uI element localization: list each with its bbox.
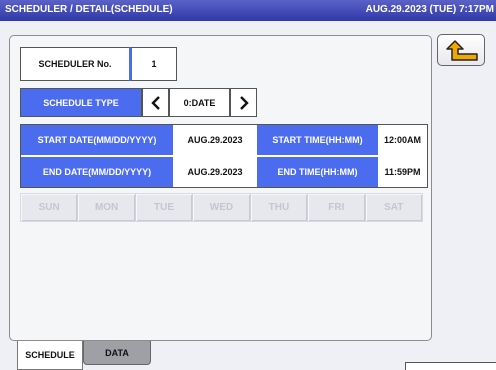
back-button[interactable] bbox=[437, 34, 485, 66]
schedule-type-prev-button[interactable] bbox=[142, 88, 169, 117]
weekday-sat-button[interactable]: SAT bbox=[365, 194, 422, 221]
chevron-left-icon bbox=[150, 95, 160, 110]
weekday-fri-button[interactable]: FRI bbox=[308, 194, 365, 221]
schedule-type-next-button[interactable] bbox=[230, 88, 257, 117]
weekday-tue-button[interactable]: TUE bbox=[135, 194, 193, 221]
tab-data[interactable]: DATA bbox=[83, 341, 151, 365]
schedule-type-value: 0:DATE bbox=[169, 88, 230, 117]
scheduler-no-label: SCHEDULER No. bbox=[20, 47, 130, 81]
end-time-label: END TIME(HH:MM) bbox=[257, 157, 378, 187]
title-bar: SCHEDULER / DETAIL(SCHEDULE) AUG.29.2023… bbox=[0, 0, 496, 21]
weekday-mon-button[interactable]: MON bbox=[78, 194, 135, 221]
status-area bbox=[405, 362, 496, 370]
start-date-field[interactable]: AUG.29.2023 bbox=[173, 125, 257, 155]
weekday-thu-button[interactable]: THU bbox=[250, 194, 308, 221]
datetime-display: AUG.29.2023 (TUE) 7:17PM bbox=[365, 4, 494, 15]
chevron-right-icon bbox=[239, 95, 249, 110]
end-date-field[interactable]: AUG.29.2023 bbox=[173, 157, 257, 187]
end-date-label: END DATE(MM/DD/YYYY) bbox=[21, 157, 173, 187]
page-title: SCHEDULER / DETAIL(SCHEDULE) bbox=[5, 4, 173, 15]
weekday-sun-button[interactable]: SUN bbox=[21, 194, 78, 221]
weekday-selector: SUN MON TUE WED THU FRI SAT bbox=[20, 193, 423, 222]
return-arrow-icon bbox=[446, 40, 478, 61]
tab-schedule[interactable]: SCHEDULE bbox=[17, 341, 83, 370]
start-time-label: START TIME(HH:MM) bbox=[257, 125, 378, 155]
end-time-field[interactable]: 11:59PM bbox=[378, 157, 427, 187]
scheduler-no-field[interactable]: 1 bbox=[129, 47, 177, 81]
schedule-type-label: SCHEDULE TYPE bbox=[20, 88, 142, 117]
start-date-label: START DATE(MM/DD/YYYY) bbox=[21, 125, 173, 155]
weekday-wed-button[interactable]: WED bbox=[193, 194, 250, 221]
start-time-field[interactable]: 12:00AM bbox=[378, 125, 427, 155]
